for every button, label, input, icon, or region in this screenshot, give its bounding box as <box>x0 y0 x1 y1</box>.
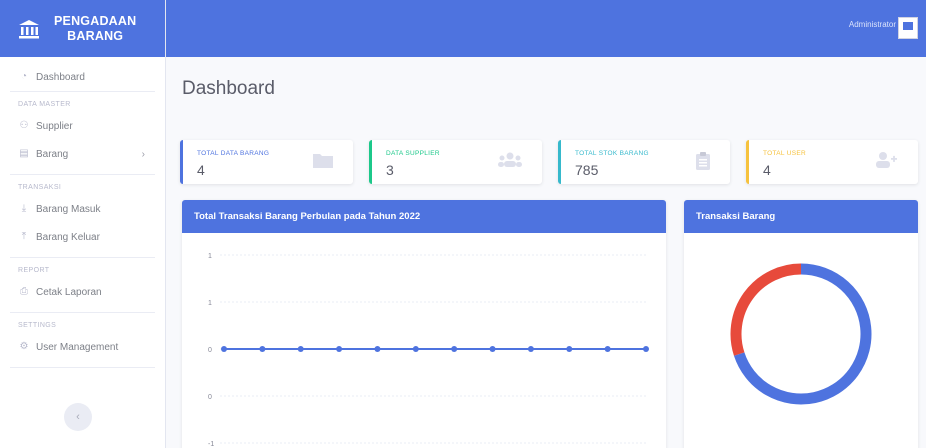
sidebar-item-label: Supplier <box>36 120 73 132</box>
line-chart-panel: Total Transaksi Barang Perbulan pada Tah… <box>182 200 666 448</box>
sidebar-item-barang-masuk[interactable]: ⤓ Barang Masuk <box>0 195 165 223</box>
card-value: 785 <box>575 162 599 178</box>
data-point <box>566 346 573 352</box>
sidebar-item-user-management[interactable]: ⚙ User Management <box>0 333 165 361</box>
sidebar-item-label: Barang Masuk <box>36 203 101 215</box>
card-value: 4 <box>763 162 771 178</box>
topbar: Administrator <box>166 0 926 57</box>
nav-heading-transaksi: TRANSAKSI <box>18 184 62 191</box>
user-name[interactable]: Administrator <box>849 20 896 29</box>
donut-chart-panel: Transaksi Barang <box>684 200 918 448</box>
brand-title-line2: BARANG <box>67 28 124 43</box>
bank-icon <box>18 18 40 40</box>
sidebar-item-supplier[interactable]: ⚇ Supplier <box>0 112 165 140</box>
card-label: TOTAL USER <box>763 150 806 157</box>
boxes-icon: ▤ <box>19 148 29 159</box>
card-data-supplier: DATA SUPPLIER 3 <box>369 140 542 184</box>
sidebar-item-dashboard[interactable]: ◔ Dashboard <box>0 63 165 91</box>
brand[interactable]: PENGADAAN BARANG <box>0 0 165 57</box>
y-tick-label: 1 <box>208 253 212 260</box>
card-value: 3 <box>386 162 394 178</box>
user-plus-icon <box>876 152 898 173</box>
data-point <box>527 346 534 352</box>
card-label: TOTAL STOK BARANG <box>575 150 649 157</box>
sidebar-item-label: User Management <box>36 341 119 353</box>
data-point <box>221 346 227 352</box>
chevron-right-icon: › <box>141 148 145 160</box>
chevron-left-icon: ‹ <box>76 411 80 423</box>
users-icon: ⚇ <box>19 120 29 131</box>
data-point <box>604 346 611 352</box>
donut-chart <box>730 263 872 405</box>
sidebar-item-label: Dashboard <box>36 71 85 83</box>
brand-title-line1: PENGADAAN <box>54 13 137 28</box>
sidebar-item-label: Cetak Laporan <box>36 286 102 298</box>
donut-slice <box>730 263 802 356</box>
print-icon: ⎙ <box>20 286 28 297</box>
data-point <box>297 346 304 352</box>
tachometer-icon: ◔ <box>20 71 28 82</box>
card-total-stok-barang: TOTAL STOK BARANG 785 <box>558 140 730 184</box>
card-total-user: TOTAL USER 4 <box>746 140 918 184</box>
data-point <box>374 346 381 352</box>
nav-heading-master: DATA MASTER <box>18 101 71 108</box>
data-point <box>451 346 458 352</box>
line-chart-title: Total Transaksi Barang Perbulan pada Tah… <box>182 200 666 233</box>
sidebar-item-barang[interactable]: ▤ Barang › <box>0 140 165 168</box>
page-title: Dashboard <box>182 78 275 99</box>
nav-heading-report: REPORT <box>18 267 50 274</box>
divider <box>10 367 155 368</box>
y-tick-label: -1 <box>208 441 214 448</box>
data-point <box>259 346 266 352</box>
card-total-data-barang: TOTAL DATA BARANG 4 <box>180 140 353 184</box>
upload-icon: ⤒ <box>21 231 27 242</box>
data-point <box>489 346 496 352</box>
sidebar-item-barang-keluar[interactable]: ⤒ Barang Keluar <box>0 223 165 251</box>
download-icon: ⤓ <box>21 203 27 214</box>
card-value: 4 <box>197 162 205 178</box>
sidebar-item-cetak-laporan[interactable]: ⎙ Cetak Laporan <box>0 278 165 306</box>
card-label: DATA SUPPLIER <box>386 150 440 157</box>
line-chart: 1 1 0 0 -1 <box>208 253 649 448</box>
card-label: TOTAL DATA BARANG <box>197 150 270 157</box>
sidebar-item-label: Barang Keluar <box>36 231 100 243</box>
nav-heading-settings: SETTINGS <box>18 322 57 329</box>
donut-chart-title: Transaksi Barang <box>684 200 918 233</box>
user-cog-icon: ⚙ <box>19 341 29 352</box>
y-tick-label: 0 <box>208 347 212 354</box>
y-tick-label: 0 <box>208 394 212 401</box>
clipboard-icon <box>696 152 710 175</box>
y-tick-label: 1 <box>208 300 212 307</box>
data-point <box>336 346 343 352</box>
sidebar: PENGADAAN BARANG ◔ Dashboard DATA MASTER… <box>0 0 166 448</box>
users-icon <box>498 152 522 173</box>
sidebar-toggle-button[interactable]: ‹ <box>64 403 92 431</box>
folder-icon <box>313 152 333 173</box>
avatar[interactable] <box>898 17 918 39</box>
data-point <box>643 346 649 352</box>
data-point <box>412 346 419 352</box>
brand-title: PENGADAAN BARANG <box>54 14 136 44</box>
sidebar-item-label: Barang <box>36 148 69 160</box>
